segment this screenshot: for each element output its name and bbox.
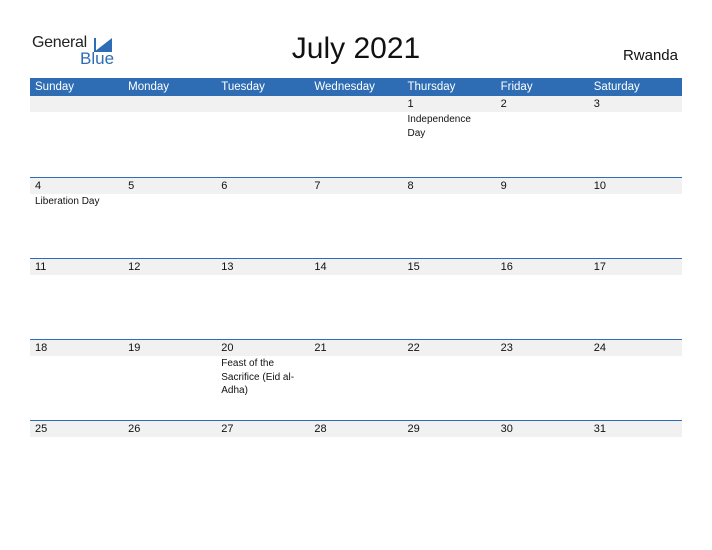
weekday-sunday: Sunday	[35, 81, 75, 93]
day-number-row: 1 2 3	[30, 96, 682, 112]
event-row	[30, 275, 682, 276]
event-row: Liberation Day	[30, 194, 682, 209]
week-row: 1 2 3 Independence Day	[30, 96, 682, 177]
weekday-monday: Monday	[128, 81, 170, 93]
holiday-label	[589, 275, 682, 276]
event-row: Feast of the Sacrifice (Eid al-Adha)	[30, 356, 682, 398]
holiday-label	[216, 194, 309, 209]
day-number-row: 25 26 27 28 29 30 31	[30, 421, 682, 437]
day-number: 20	[221, 342, 234, 354]
holiday-label	[309, 356, 402, 398]
day-number: 24	[593, 342, 606, 354]
weekday-wednesday: Wednesday	[314, 81, 375, 93]
day-number: 10	[593, 180, 606, 192]
holiday-label	[309, 437, 402, 438]
day-number: 25	[35, 423, 48, 435]
day-number-row: 11 12 13 14 15 16 17	[30, 259, 682, 275]
day-number: 22	[407, 342, 420, 354]
holiday-label: Liberation Day	[35, 196, 100, 207]
holiday-label	[496, 356, 589, 398]
weekday-friday: Friday	[500, 81, 533, 93]
holiday-label	[309, 194, 402, 209]
week-row: 4 5 6 7 8 9 10 Liberation Day	[30, 177, 682, 258]
holiday-label	[589, 194, 682, 209]
week-row: 18 19 20 21 22 23 24 Feast of the Sacrifice (Ei…	[30, 339, 682, 420]
country-name: Rwanda	[622, 47, 678, 64]
week-row: 25 26 27 28 29 30 31	[30, 420, 682, 501]
day-number: 21	[314, 342, 327, 354]
day-number	[309, 96, 402, 112]
holiday-label	[309, 275, 402, 276]
day-number: 11	[35, 261, 47, 273]
calendar-grid: Sunday Monday Tuesday Wednesday Thursday…	[30, 78, 682, 501]
weeks-container: 1 2 3 Independence Day 4 5 6 7 8 9 10 Liberation Da…	[30, 96, 682, 501]
day-number: 2	[500, 98, 507, 110]
day-number: 3	[593, 98, 600, 110]
week-row: 11 12 13 14 15 16 17	[30, 258, 682, 339]
holiday-label	[496, 194, 589, 209]
event-row	[30, 437, 682, 438]
day-number: 16	[500, 261, 513, 273]
day-number: 23	[500, 342, 513, 354]
holiday-label	[30, 275, 123, 276]
day-number: 13	[221, 261, 234, 273]
day-number-row: 18 19 20 21 22 23 24	[30, 340, 682, 356]
holiday-label	[589, 112, 682, 140]
day-number: 14	[314, 261, 327, 273]
event-row: Independence Day	[30, 112, 682, 140]
day-number: 27	[221, 423, 234, 435]
day-number: 29	[407, 423, 420, 435]
holiday-label	[589, 437, 682, 438]
day-number: 7	[314, 180, 321, 192]
weekday-thursday: Thursday	[407, 81, 456, 93]
day-number: 5	[128, 180, 135, 192]
day-number	[216, 96, 309, 112]
holiday-label	[403, 437, 496, 438]
day-number	[123, 96, 216, 112]
day-number: 1	[407, 98, 414, 110]
day-number-row: 4 5 6 7 8 9 10	[30, 178, 682, 194]
day-number: 17	[593, 261, 606, 273]
day-number: 18	[35, 342, 48, 354]
calendar-title: July 2021	[291, 32, 421, 65]
day-number: 9	[500, 180, 507, 192]
holiday-label: Feast of the Sacrifice (Eid al-Adha)	[221, 358, 295, 396]
day-number: 30	[500, 423, 513, 435]
day-number: 8	[407, 180, 414, 192]
day-number: 19	[128, 342, 141, 354]
holiday-label	[123, 356, 216, 398]
holiday-label: Independence Day	[407, 114, 471, 139]
holiday-label	[123, 275, 216, 276]
holiday-label	[403, 194, 496, 209]
day-number: 6	[221, 180, 228, 192]
holiday-label	[216, 275, 309, 276]
holiday-label	[216, 112, 309, 140]
holiday-label	[30, 112, 123, 140]
holiday-label	[496, 437, 589, 438]
day-number	[30, 96, 123, 112]
holiday-label	[30, 437, 123, 438]
holiday-label	[589, 356, 682, 398]
weekday-header: Sunday Monday Tuesday Wednesday Thursday…	[30, 78, 682, 96]
holiday-label	[30, 356, 123, 398]
holiday-label	[216, 437, 309, 438]
day-number: 4	[35, 180, 42, 192]
weekday-tuesday: Tuesday	[221, 81, 265, 93]
holiday-label	[123, 112, 216, 140]
holiday-label	[123, 194, 216, 209]
day-number: 15	[407, 261, 420, 273]
holiday-label	[403, 356, 496, 398]
holiday-label	[123, 437, 216, 438]
weekday-saturday: Saturday	[593, 81, 640, 93]
holiday-label	[309, 112, 402, 140]
day-number: 12	[128, 261, 141, 273]
holiday-label	[496, 112, 589, 140]
holiday-label	[496, 275, 589, 276]
day-number: 31	[593, 423, 606, 435]
day-number: 28	[314, 423, 327, 435]
holiday-label	[403, 275, 496, 276]
day-number: 26	[128, 423, 141, 435]
